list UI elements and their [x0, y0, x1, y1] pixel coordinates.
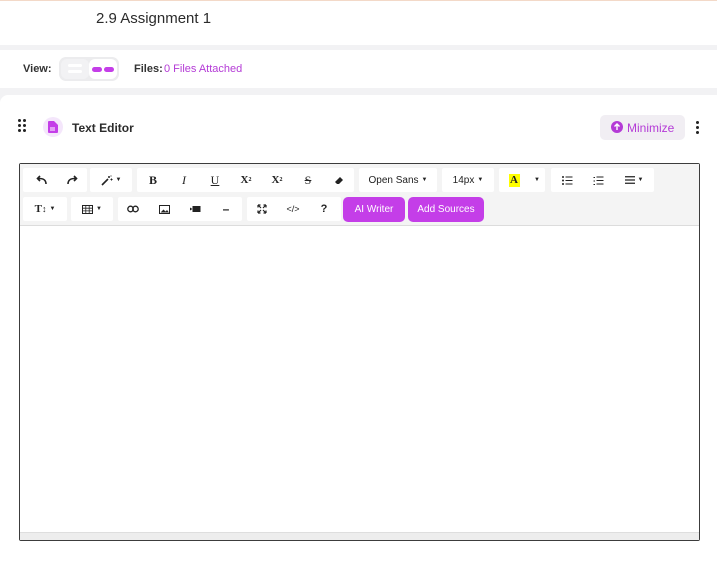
text-style-button[interactable]: T ↕ ▼ [27, 197, 63, 221]
redo-icon[interactable] [59, 168, 85, 192]
code-view-button[interactable]: </> [281, 197, 305, 221]
misc-group: </> ? [247, 197, 341, 221]
table-icon[interactable]: ▼ [75, 197, 109, 221]
superscript-button[interactable]: X2 [234, 168, 258, 192]
ai-writer-button[interactable]: AI Writer [343, 197, 405, 222]
magic-wand-icon[interactable]: ▼ [96, 168, 126, 192]
text-color-button[interactable]: A [506, 168, 522, 192]
editor-content-area[interactable] [20, 226, 699, 532]
history-group [23, 168, 87, 192]
editor-title: Text Editor [72, 121, 134, 135]
text-color-dropdown[interactable]: ▼ [532, 168, 542, 192]
image-icon[interactable] [152, 197, 176, 221]
video-icon[interactable] [183, 197, 207, 221]
view-toggle [59, 57, 119, 81]
text-color-group: A ▼ [499, 168, 545, 192]
subscript-button[interactable]: X2 [265, 168, 289, 192]
fullscreen-icon[interactable] [250, 197, 274, 221]
eraser-icon[interactable] [327, 168, 351, 192]
undo-icon[interactable] [29, 168, 55, 192]
link-icon[interactable] [121, 197, 145, 221]
files-label: Files: [134, 63, 163, 75]
rich-text-editor: ▼ B I U X2 X2 S Open Sans ▼ 14px ▼ A ▼ ▼… [19, 163, 700, 541]
page-title: 2.9 Assignment 1 [96, 10, 212, 27]
paragraph-group: ▼ [551, 168, 654, 192]
minimize-button[interactable]: Minimize [600, 115, 685, 140]
format-group: B I U X2 X2 S [137, 168, 354, 192]
magic-group: ▼ [90, 168, 132, 192]
font-size-select[interactable]: 14px ▼ [442, 168, 494, 192]
font-family-select[interactable]: Open Sans ▼ [359, 168, 437, 192]
align-icon[interactable]: ▼ [617, 168, 651, 192]
document-icon [43, 117, 63, 137]
text-style-label: T [34, 203, 42, 215]
font-family-value: Open Sans ▼ [368, 174, 428, 186]
view-bar: View: Files: 0 Files Attached [0, 50, 717, 88]
horizontal-rule-button[interactable]: – [214, 197, 238, 221]
minimize-label: Minimize [627, 121, 675, 135]
font-size-text: 14px [452, 174, 475, 186]
superscript-label: X [240, 174, 249, 186]
drag-handle-icon[interactable] [18, 119, 27, 133]
unordered-list-icon[interactable] [555, 168, 579, 192]
files-attached-link[interactable]: 0 Files Attached [164, 63, 242, 75]
grid-view-icon[interactable] [89, 59, 117, 79]
font-size-value: 14px ▼ [452, 174, 484, 186]
editor-toolbar: ▼ B I U X2 X2 S Open Sans ▼ 14px ▼ A ▼ ▼… [20, 164, 699, 226]
assignment-header: 2.9 Assignment 1 [0, 0, 717, 45]
editor-resize-bar[interactable] [20, 532, 699, 540]
font-family-text: Open Sans [368, 174, 419, 186]
more-options-icon[interactable] [695, 121, 701, 135]
text-color-label: A [508, 173, 520, 187]
list-view-icon[interactable] [61, 59, 89, 79]
ordered-list-icon[interactable] [586, 168, 610, 192]
table-group: ▼ [71, 197, 113, 221]
underline-button[interactable]: U [203, 168, 227, 192]
italic-button[interactable]: I [172, 168, 196, 192]
bold-button[interactable]: B [141, 168, 165, 192]
view-label: View: [23, 63, 52, 75]
strikethrough-button[interactable]: S [296, 168, 320, 192]
arrow-up-circle-icon [611, 121, 623, 133]
add-sources-button[interactable]: Add Sources [408, 197, 484, 222]
text-editor-card: Text Editor Minimize ▼ B I U X 2 X 2 S O… [0, 95, 717, 574]
help-button[interactable]: ? [312, 197, 336, 221]
insert-group: – [118, 197, 242, 221]
text-style-group: T ↕ ▼ [23, 197, 67, 221]
subscript-label: X [271, 174, 280, 186]
